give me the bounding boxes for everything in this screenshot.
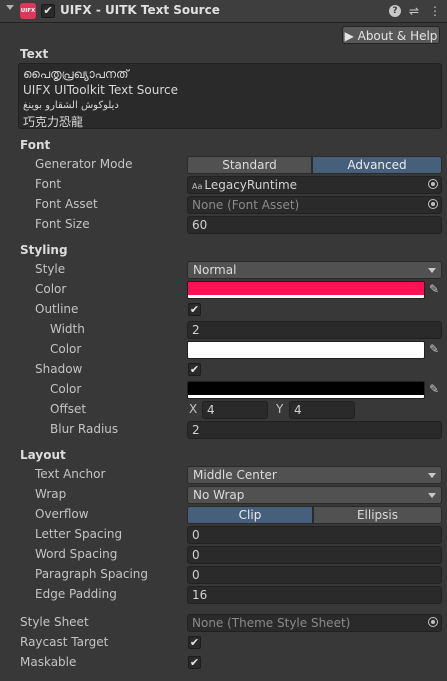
eyedropper-icon[interactable]: ✎: [427, 341, 441, 357]
offset-y-label: Y: [276, 402, 284, 416]
offset-x-label: X: [189, 402, 198, 416]
overflow-label: Overflow: [35, 507, 89, 521]
maskable-label: Maskable: [20, 655, 77, 669]
font-size-field[interactable]: 60: [187, 216, 442, 234]
outline-color-field[interactable]: [187, 341, 425, 359]
component-title: UIFX - UITK Text Source: [60, 3, 220, 17]
style-label: Style: [35, 262, 66, 276]
outline-width-field[interactable]: 2: [187, 321, 442, 339]
shadow-label: Shadow: [35, 362, 83, 376]
text-line: 巧克力恐龍: [23, 115, 84, 129]
text-anchor-value: Middle Center: [193, 468, 277, 482]
overflow-clip[interactable]: Clip: [187, 506, 313, 524]
offset-y-field[interactable]: 4: [289, 401, 355, 419]
section-text-title: Text: [20, 47, 49, 61]
uifx-logo-icon: UIFX: [20, 3, 36, 19]
eyedropper-icon[interactable]: ✎: [427, 381, 441, 397]
wrap-value: No Wrap: [193, 488, 245, 502]
help-icon[interactable]: ?: [389, 5, 401, 17]
component-enabled-checkbox[interactable]: ✔: [41, 4, 55, 18]
settings-sliders-icon[interactable]: ⇌: [409, 3, 419, 19]
raycast-target-checkbox[interactable]: ✔: [188, 636, 201, 649]
text-line: UIFX UIToolkit Text Source: [23, 83, 178, 97]
color-alpha-bar: [188, 355, 424, 358]
style-sheet-field[interactable]: None (Theme Style Sheet): [187, 614, 442, 632]
text-anchor-label: Text Anchor: [35, 467, 106, 481]
blur-radius-field[interactable]: 2: [187, 421, 442, 439]
color-label: Color: [35, 282, 67, 296]
component-header: UIFX ✔ UIFX - UITK Text Source ? ⇌ ⋮: [0, 0, 447, 23]
word-spacing-field[interactable]: 0: [187, 546, 442, 564]
edge-padding-label: Edge Padding: [35, 587, 117, 601]
raycast-target-label: Raycast Target: [20, 635, 109, 649]
overflow-ellipsis[interactable]: Ellipsis: [313, 506, 442, 524]
letter-spacing-label: Letter Spacing: [35, 527, 123, 541]
foldout-arrow-icon[interactable]: [6, 5, 14, 10]
generator-mode-advanced[interactable]: Advanced: [312, 156, 442, 174]
shadow-color-field[interactable]: [187, 381, 425, 399]
outline-width-label: Width: [50, 322, 85, 336]
offset-x-field[interactable]: 4: [202, 401, 268, 419]
color-alpha-bar: [188, 295, 424, 298]
chevron-down-icon: [428, 473, 436, 478]
object-picker-icon[interactable]: [428, 617, 438, 627]
text-line: ديلوكوش الشقارو بوينغ: [23, 100, 119, 111]
style-value: Normal: [193, 263, 237, 277]
font-asset-value: None (Font Asset): [192, 198, 300, 212]
color-swatch: [188, 342, 424, 355]
outline-label: Outline: [35, 302, 79, 316]
word-spacing-label: Word Spacing: [35, 547, 118, 561]
text-color-field[interactable]: [187, 281, 425, 299]
font-value: LegacyRuntime: [204, 178, 298, 192]
font-label: Font: [35, 177, 62, 191]
generator-mode-standard[interactable]: Standard: [187, 156, 312, 174]
color-swatch: [188, 382, 424, 395]
section-layout-title: Layout: [20, 448, 66, 462]
paragraph-spacing-label: Paragraph Spacing: [35, 567, 149, 581]
edge-padding-field[interactable]: 16: [187, 586, 442, 604]
text-anchor-dropdown[interactable]: Middle Center: [187, 466, 442, 484]
maskable-checkbox[interactable]: ✔: [188, 656, 201, 669]
section-font-title: Font: [20, 138, 51, 152]
font-asset-field[interactable]: None (Font Asset): [187, 196, 442, 214]
color-alpha-bar: [188, 395, 424, 398]
style-dropdown[interactable]: Normal: [187, 261, 442, 279]
letter-spacing-field[interactable]: 0: [187, 526, 442, 544]
shadow-color-label: Color: [50, 382, 82, 396]
chevron-down-icon: [428, 493, 436, 498]
font-size-label: Font Size: [35, 217, 90, 231]
eyedropper-icon[interactable]: ✎: [427, 281, 441, 297]
style-sheet-value: None (Theme Style Sheet): [192, 616, 351, 630]
object-picker-icon[interactable]: [428, 199, 438, 209]
font-object-field[interactable]: Aa LegacyRuntime: [187, 176, 442, 194]
object-picker-icon[interactable]: [428, 179, 438, 189]
text-input-area[interactable]: പൈതൃപ്രഖ്യാപനത് UIFX UIToolkit Text Sour…: [18, 63, 442, 129]
offset-label: Offset: [50, 402, 87, 416]
outline-color-label: Color: [50, 342, 82, 356]
shadow-checkbox[interactable]: ✔: [188, 363, 201, 376]
blur-radius-label: Blur Radius: [50, 422, 119, 436]
more-vertical-icon[interactable]: ⋮: [429, 3, 441, 19]
generator-mode-label: Generator Mode: [35, 157, 133, 171]
outline-checkbox[interactable]: ✔: [188, 303, 201, 316]
section-styling-title: Styling: [20, 243, 68, 257]
chevron-down-icon: [428, 268, 436, 273]
paragraph-spacing-field[interactable]: 0: [187, 566, 442, 584]
about-help-button[interactable]: ▶ About & Help: [342, 26, 440, 44]
text-line: പൈതൃപ്രഖ്യാപനത്: [23, 67, 129, 81]
font-asset-icon: Aa: [192, 182, 203, 191]
style-sheet-label: Style Sheet: [20, 615, 89, 629]
wrap-dropdown[interactable]: No Wrap: [187, 486, 442, 504]
color-swatch: [188, 282, 424, 295]
font-asset-label: Font Asset: [35, 197, 98, 211]
wrap-label: Wrap: [35, 487, 67, 501]
